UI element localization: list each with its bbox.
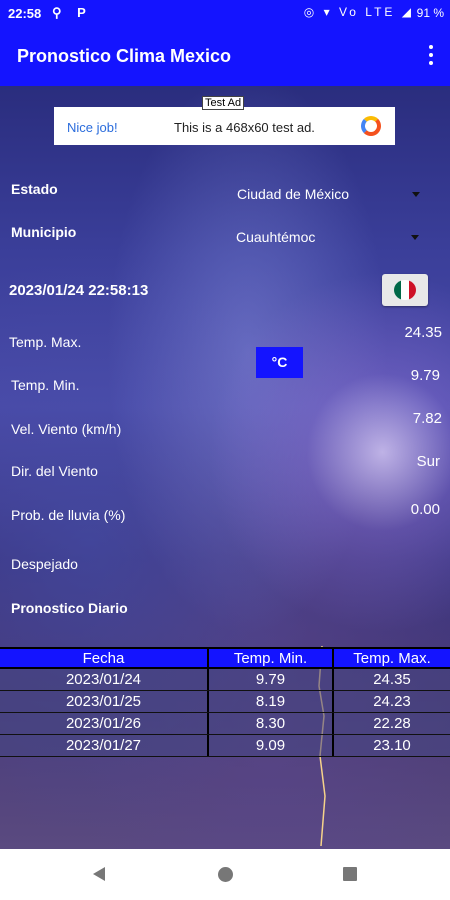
app-bar: Pronostico Clima Mexico xyxy=(0,28,450,86)
home-icon[interactable] xyxy=(218,867,233,882)
header-temp-min: Temp. Min. xyxy=(209,649,334,667)
ad-tag: Test Ad xyxy=(202,96,245,110)
table-cell: 8.30 xyxy=(209,713,334,734)
temp-min-label: Temp. Min. xyxy=(11,377,80,393)
overflow-menu-icon[interactable] xyxy=(426,43,436,69)
ad-logo-icon xyxy=(361,116,381,136)
rain-prob-value: 0.00 xyxy=(410,501,440,518)
forecast-title: Pronostico Diario xyxy=(11,600,128,616)
table-cell: 2023/01/24 xyxy=(0,669,209,690)
table-cell: 9.09 xyxy=(209,735,334,756)
municipio-label: Municipio xyxy=(11,224,77,240)
mexico-flag-icon xyxy=(394,280,416,300)
rain-prob-label: Prob. de lluvia (%) xyxy=(11,507,126,523)
table-cell: 8.19 xyxy=(209,691,334,712)
estado-selected: Ciudad de México xyxy=(237,186,350,202)
table-cell: 2023/01/26 xyxy=(0,713,209,734)
table-cell: 24.23 xyxy=(373,693,411,710)
header-temp-max: Temp. Max. xyxy=(353,650,431,667)
table-cell: 9.79 xyxy=(209,669,334,690)
forecast-table: Fecha Temp. Min. Temp. Max. 2023/01/24 9… xyxy=(0,647,450,757)
chevron-down-icon xyxy=(411,235,419,240)
condition-text: Despejado xyxy=(11,556,78,572)
chevron-down-icon xyxy=(412,192,420,197)
system-nav-bar xyxy=(0,849,450,900)
table-row: 2023/01/27 9.09 23.10 xyxy=(0,735,450,757)
unit-toggle-button[interactable]: °C xyxy=(256,347,303,378)
table-cell: 22.28 xyxy=(373,715,411,732)
table-cell: 23.10 xyxy=(373,737,411,754)
datetime-text: 2023/01/24 22:58:13 xyxy=(9,282,149,299)
header-fecha: Fecha xyxy=(0,649,209,667)
status-bar: 22:58 ⚲ P ◎ ▾ Vo LTE ◢ 91 % xyxy=(0,0,450,28)
back-icon[interactable] xyxy=(93,867,105,881)
table-header: Fecha Temp. Min. Temp. Max. xyxy=(0,647,450,669)
temp-max-label: Temp. Max. xyxy=(9,334,82,350)
mexico-flag-button[interactable] xyxy=(382,274,428,306)
wind-speed-label: Vel. Viento (km/h) xyxy=(11,421,122,437)
municipio-dropdown[interactable]: Cuauhtémoc xyxy=(236,229,419,245)
ad-text: This is a 468x60 test ad. xyxy=(174,120,315,135)
estado-dropdown[interactable]: Ciudad de México xyxy=(237,186,420,202)
ad-nice-text: Nice job! xyxy=(67,120,118,135)
app-title: Pronostico Clima Mexico xyxy=(17,46,232,66)
table-cell: 2023/01/27 xyxy=(0,735,209,756)
wind-dir-label: Dir. del Viento xyxy=(11,463,98,479)
recent-apps-icon[interactable] xyxy=(343,867,357,881)
wind-speed-value: 7.82 xyxy=(412,410,442,427)
table-row: 2023/01/25 8.19 24.23 xyxy=(0,691,450,713)
temp-max-value: 24.35 xyxy=(404,324,442,341)
table-row: 2023/01/26 8.30 22.28 xyxy=(0,713,450,735)
wind-dir-value: Sur xyxy=(416,453,440,470)
main-content: Test Ad Nice job! This is a 468x60 test … xyxy=(0,86,450,849)
signal-icons: ◎ ▾ Vo LTE ◢ xyxy=(303,5,414,19)
notification-icons: ⚲ P xyxy=(52,5,92,20)
ad-banner[interactable]: Test Ad Nice job! This is a 468x60 test … xyxy=(54,96,395,145)
municipio-selected: Cuauhtémoc xyxy=(236,229,316,245)
battery-level: 91 % xyxy=(416,6,444,20)
estado-label: Estado xyxy=(11,181,58,197)
table-cell: 24.35 xyxy=(373,671,411,688)
table-cell: 2023/01/25 xyxy=(0,691,209,712)
table-row: 2023/01/24 9.79 24.35 xyxy=(0,669,450,691)
temp-min-value: 9.79 xyxy=(410,367,440,384)
status-time: 22:58 xyxy=(8,6,42,21)
